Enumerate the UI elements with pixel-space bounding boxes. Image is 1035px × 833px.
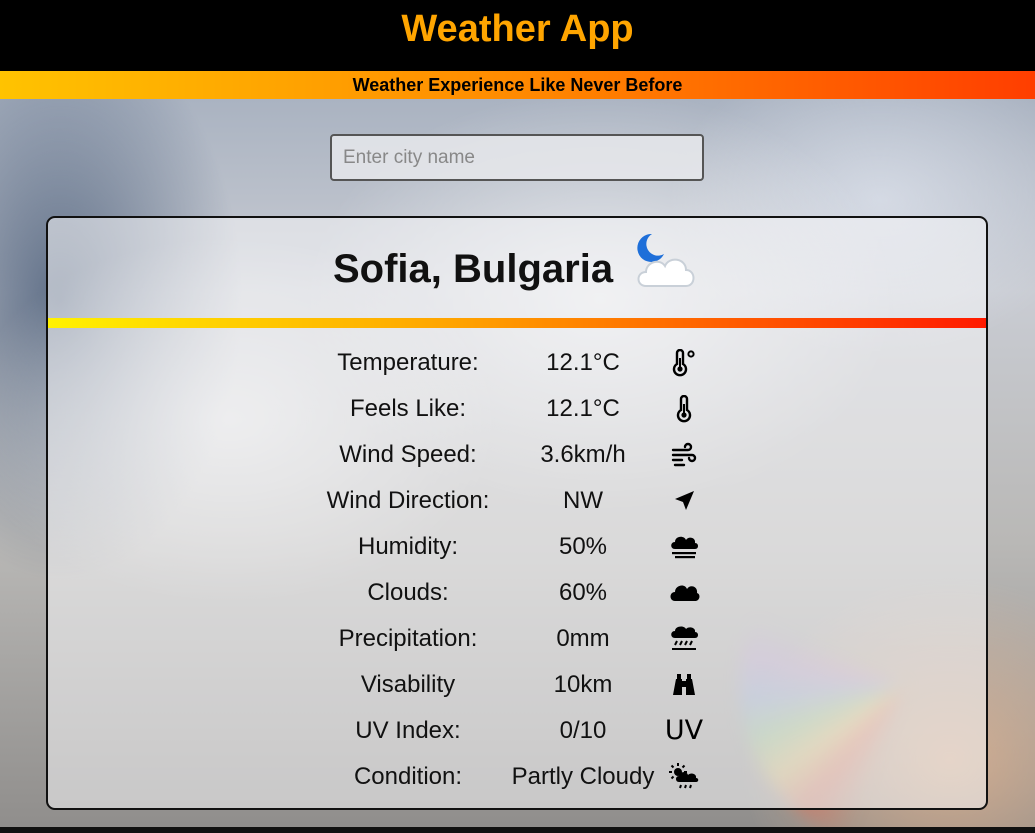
thermometer-degree-icon <box>668 347 700 379</box>
app-title: Weather App <box>401 8 634 50</box>
detail-row-feels-like: Feels Like: 12.1°C <box>48 386 986 432</box>
header-divider <box>48 318 986 328</box>
weather-details-list: Temperature: 12.1°C Feels Like: 12.1°C W… <box>48 340 986 800</box>
detail-value: 60% <box>558 579 608 606</box>
uv-icon: UV <box>664 715 704 747</box>
city-search-input[interactable] <box>330 134 704 181</box>
detail-value: 50% <box>558 533 608 560</box>
thermometer-icon <box>668 393 700 425</box>
detail-row-clouds: Clouds: 60% <box>48 570 986 616</box>
detail-row-humidity: Humidity: 50% <box>48 524 986 570</box>
weather-card: Sofia, Bulgaria Temperature: 12.1°C Feel… <box>46 216 988 810</box>
detail-row-wind-speed: Wind Speed: 3.6km/h <box>48 432 986 478</box>
app-tagline: Weather Experience Like Never Before <box>0 71 1035 99</box>
detail-value: 10km <box>553 671 613 698</box>
navigation-arrow-icon <box>668 485 700 517</box>
detail-value: Partly Cloudy <box>511 763 655 790</box>
wind-icon <box>668 439 700 471</box>
partly-cloudy-night-icon <box>630 230 700 292</box>
uv-icon-text: UV <box>664 715 704 746</box>
fog-cloud-icon <box>668 531 700 563</box>
detail-row-uv-index: UV Index: 0/10 UV <box>48 708 986 754</box>
location-name: Sofia, Bulgaria <box>333 247 614 291</box>
binoculars-icon <box>668 669 700 701</box>
weather-card-header: Sofia, Bulgaria <box>48 218 986 318</box>
detail-value: NW <box>563 487 603 514</box>
detail-value: 12.1°C <box>546 395 620 422</box>
cloud-rain-icon <box>668 623 700 655</box>
detail-row-temperature: Temperature: 12.1°C <box>48 340 986 386</box>
bottom-edge <box>0 827 1035 833</box>
detail-value: 3.6km/h <box>540 441 626 468</box>
detail-value: 0mm <box>556 625 610 652</box>
app-header: Weather App <box>0 0 1035 71</box>
detail-value: 0/10 <box>559 717 607 744</box>
sun-cloud-rain-icon <box>668 761 700 793</box>
detail-row-condition: Condition: Partly Cloudy <box>48 754 986 800</box>
detail-value: 12.1°C <box>546 349 620 376</box>
detail-row-wind-direction: Wind Direction: NW <box>48 478 986 524</box>
detail-row-visibility: Visability 10km <box>48 662 986 708</box>
detail-row-precipitation: Precipitation: 0mm <box>48 616 986 662</box>
cloud-icon <box>668 577 700 609</box>
